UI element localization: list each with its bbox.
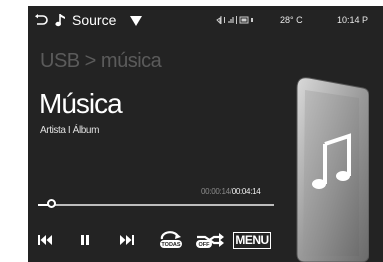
track-time: 00:00:14/00:04:14 — [201, 187, 261, 196]
repeat-badge-label: TODAS — [161, 242, 180, 248]
artist-album: Artista I Álbum — [40, 125, 100, 136]
media-player-screen: Source 28° C 10:14 P USB > música Música… — [28, 6, 383, 262]
status-icons — [216, 16, 253, 25]
back-icon[interactable] — [34, 14, 48, 26]
previous-track-icon[interactable] — [38, 230, 52, 250]
repeat-icon[interactable]: TODAS — [156, 230, 186, 250]
breadcrumb[interactable]: USB > música — [40, 50, 162, 73]
dropdown-arrow-icon[interactable] — [130, 16, 142, 26]
clock: 10:14 P — [337, 15, 369, 25]
progress-bar[interactable] — [38, 199, 274, 208]
music-note-icon — [55, 14, 65, 27]
shuffle-icon[interactable]: OFF — [194, 230, 226, 250]
pause-icon[interactable] — [80, 230, 90, 250]
progress-handle[interactable] — [47, 199, 56, 208]
top-bar: Source 28° C 10:14 P — [28, 6, 383, 32]
next-track-icon[interactable] — [120, 230, 134, 250]
device-illustration — [296, 77, 369, 262]
source-button[interactable]: Source — [72, 12, 116, 28]
temperature-readout: 28° C — [280, 15, 303, 25]
elapsed-time: 00:00:14 — [201, 187, 230, 196]
menu-button[interactable]: MENU — [233, 232, 271, 249]
song-title: Música — [39, 88, 123, 119]
total-time: 00:04:14 — [231, 187, 261, 196]
shuffle-badge-label: OFF — [199, 242, 211, 248]
